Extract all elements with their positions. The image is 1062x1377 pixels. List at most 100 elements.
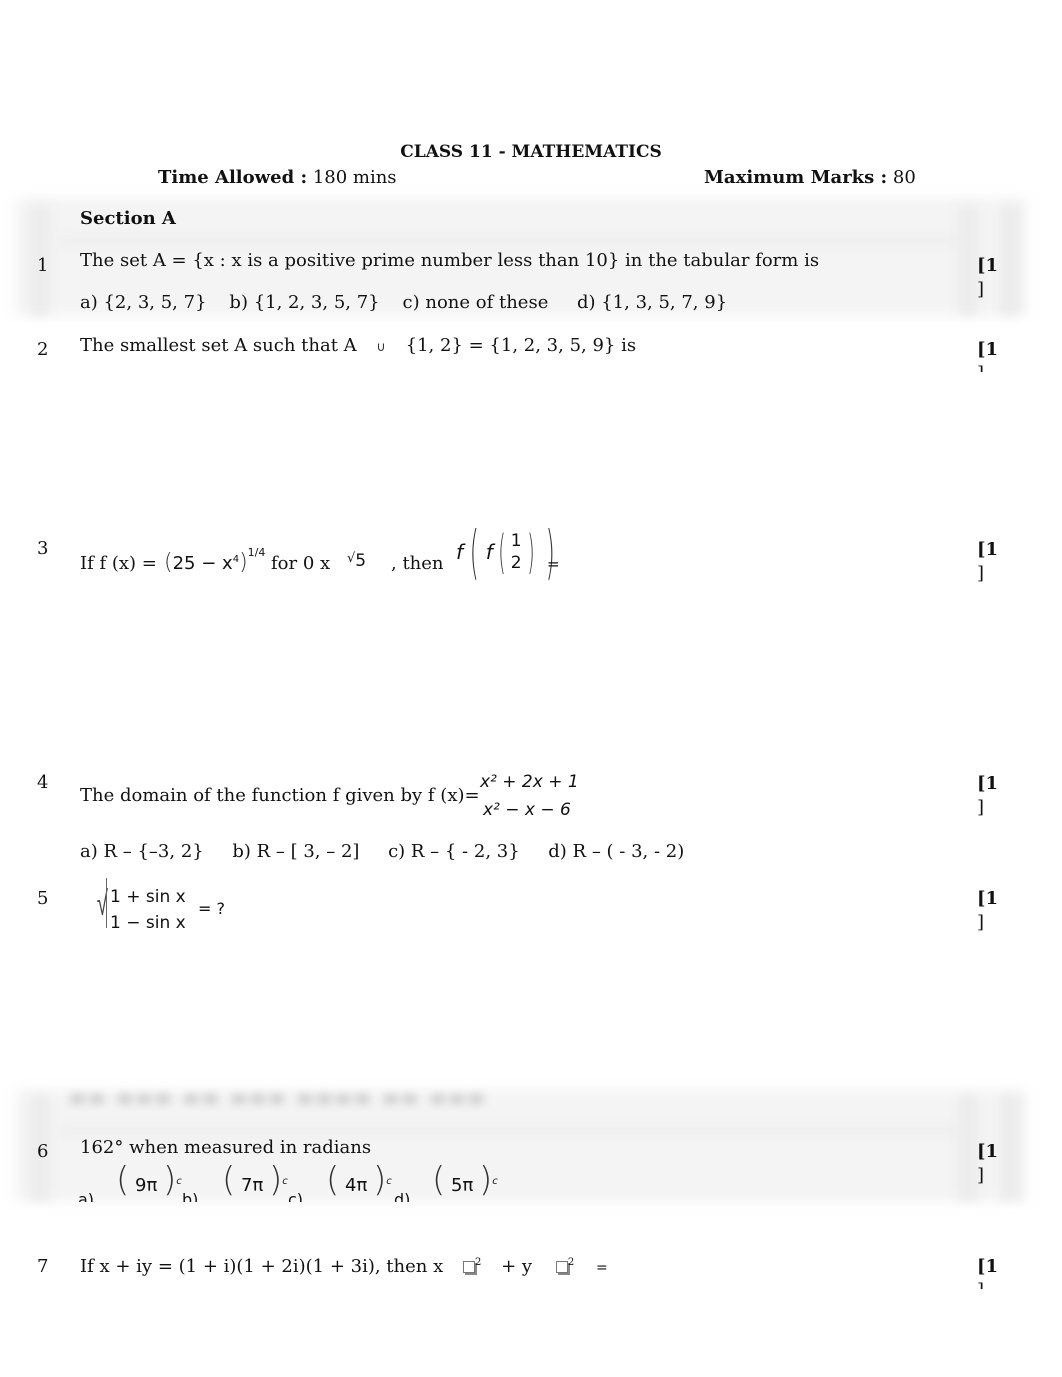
function-f: f (456, 540, 464, 564)
shaded-band-edge (958, 1095, 978, 1200)
time-allowed-label: Time Allowed : (158, 167, 308, 188)
option-superscript: c (492, 1176, 498, 1187)
expr-power: 1/4 (247, 546, 266, 559)
blurred-text-fragment: ▬▬ ▬▬▬ ▬▬ ▬▬▬ ▬▬▬▬ ▬▬ ▬▬▬ (70, 1088, 488, 1102)
section-heading: Section A (80, 208, 176, 229)
fraction-numerator: 1 + sin x (110, 887, 186, 907)
maximum-marks: Maximum Marks : 80 (704, 167, 916, 189)
option-superscript: c (386, 1176, 392, 1187)
shaded-band-line (60, 236, 960, 246)
root-value: 5 (355, 551, 367, 571)
page-title: CLASS 11 - MATHEMATICS (400, 142, 662, 162)
question-marks: [1 ] (977, 772, 998, 820)
option-a: a) R – {–3, 2} (80, 841, 204, 862)
fraction-numerator: x² + 2x + 1 (480, 772, 579, 792)
maximum-marks-value: 80 (887, 167, 916, 188)
question-text-part: {1, 2} = {1, 2, 3, 5, 9} is (405, 335, 637, 356)
fraction: 1 + sin x 1 − sin x (110, 884, 186, 936)
question-number: 7 (37, 1256, 49, 1277)
option-b-label: b) (182, 1190, 199, 1202)
option-c: c) none of these (402, 292, 549, 313)
option-value: 9π (135, 1175, 158, 1196)
question-text: 162° when measured in radians (80, 1137, 372, 1158)
marks-close: ] (977, 563, 985, 584)
option-superscript: c (282, 1176, 288, 1187)
root-bar (106, 878, 107, 928)
option-d: ( 5π )c (432, 1160, 498, 1200)
option-a: ( 9π )c (116, 1160, 182, 1200)
option-a: a) {2, 3, 5, 7} (80, 292, 207, 313)
question-marks: [1 ] (977, 1140, 998, 1188)
marks-value: [1 (977, 539, 999, 560)
question-text: for 0 x (271, 553, 331, 574)
option-c: ( 4π )c (326, 1160, 392, 1200)
function-f: f (485, 540, 493, 564)
nested-function: f ( f ( 1 2 ) ) (456, 518, 556, 586)
marks-close: ] (977, 279, 985, 300)
shaded-band-edge (1000, 1095, 1020, 1200)
expr-base: 25 − x (172, 553, 233, 574)
question-text-part: The smallest set A such that A (80, 335, 357, 356)
option-d-label: d) (394, 1190, 411, 1202)
question-text: The set A = {x : x is a positive prime n… (80, 250, 820, 271)
question-number: 6 (37, 1141, 49, 1162)
time-allowed: Time Allowed : 180 mins (158, 167, 397, 189)
question-marks: [1 ] (977, 254, 998, 302)
option-b: b) {1, 2, 3, 5, 7} (229, 292, 380, 313)
shaded-band-edge (1000, 205, 1020, 315)
placeholder-box-icon (463, 1256, 475, 1277)
question-text: = ? (198, 899, 225, 918)
question-text: If x + iy = (1 + i)(1 + 2i)(1 + 3i), the… (80, 1252, 608, 1279)
question-number: 4 (37, 772, 49, 793)
marks-value: [1 (977, 339, 999, 360)
question-marks: [1 ] (977, 887, 998, 935)
question-marks: [1 ] (977, 538, 998, 586)
option-d: d) R – ( - 3, - 2) (548, 841, 685, 862)
marks-close: ] (977, 362, 998, 372)
question-text: , then (391, 553, 444, 574)
question-options: a) ( 9π )c b) ( 7π )c c) ( 4π )c d) ( 5π… (78, 1160, 498, 1202)
marks-close: ] (977, 797, 985, 818)
option-c: c) R – { - 2, 3} (388, 841, 520, 862)
superscript: 2 (567, 1257, 575, 1268)
option-a-label: a) (78, 1190, 95, 1202)
shaded-band-line (60, 1126, 960, 1136)
equals-sign: = (547, 555, 560, 573)
question-marks: [1 ] (977, 338, 998, 372)
option-c-label: c) (288, 1190, 304, 1202)
fraction-denominator: x² − x − 6 (483, 800, 571, 820)
math-expression: (25 − x4)1/4 (164, 546, 266, 575)
fraction-denominator: 2 (510, 553, 522, 573)
option-value: 4π (345, 1175, 368, 1196)
question-options: a) R – {–3, 2} b) R – [ 3, – 2] c) R – {… (80, 841, 684, 863)
marks-close: ] (977, 1165, 985, 1186)
question-marks: [1 ] (977, 1255, 998, 1289)
placeholder-box-icon (555, 1256, 568, 1277)
maximum-marks-label: Maximum Marks : (704, 167, 888, 188)
question-number: 1 (37, 255, 49, 276)
option-b: ( 7π )c (222, 1160, 288, 1200)
option-value: 5π (451, 1175, 474, 1196)
question-text: If f (x) = (80, 553, 157, 574)
option-b: b) R – [ 3, – 2] (232, 841, 360, 862)
marks-value: [1 (977, 888, 999, 909)
root-symbol: √ (347, 551, 356, 566)
superscript: 2 (475, 1257, 482, 1268)
question-text: The smallest set A such that A ∪ {1, 2} … (80, 335, 636, 359)
fraction-numerator: 1 (510, 531, 522, 551)
union-symbol: ∪ (376, 340, 386, 355)
option-value: 7π (241, 1175, 264, 1196)
fraction: 1 2 (511, 530, 522, 574)
marks-value: [1 (977, 1256, 999, 1277)
question-number: 5 (37, 888, 49, 909)
question-number: 3 (37, 538, 49, 559)
question-text-part: If x + iy = (1 + i)(1 + 2i)(1 + 3i), the… (80, 1256, 444, 1277)
marks-close: ] (977, 1279, 998, 1289)
fraction-denominator: 1 − sin x (110, 913, 186, 933)
equals-sign: = (595, 1260, 608, 1276)
root-expression: √5 (347, 550, 366, 574)
marks-value: [1 (977, 255, 999, 276)
time-allowed-value: 180 mins (307, 167, 397, 188)
marks-value: [1 (977, 773, 999, 794)
option-d: d) {1, 3, 5, 7, 9} (576, 292, 728, 313)
